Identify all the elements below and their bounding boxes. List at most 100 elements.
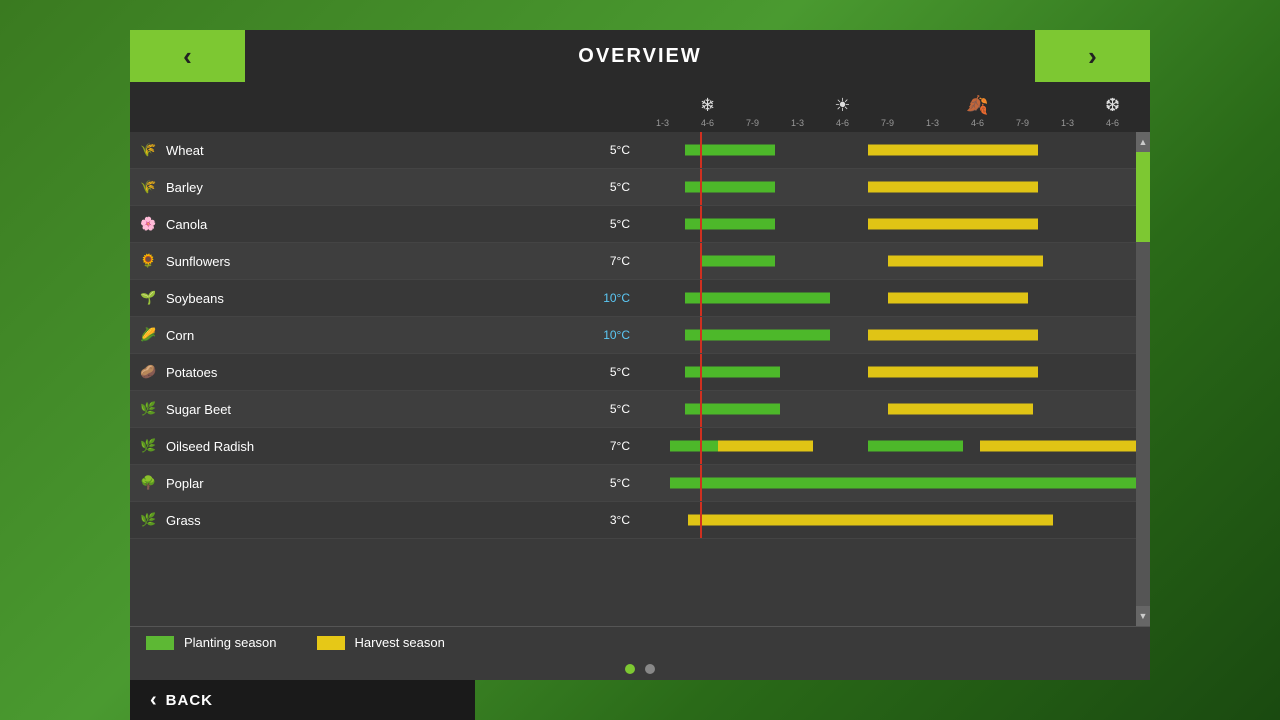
crop-icon-7: 🌿 (140, 401, 162, 417)
month-label-0-7-9: 7-9 (733, 118, 773, 128)
crop-icon-5: 🌽 (140, 327, 162, 343)
crop-row: 🌻Sunflowers7°C (130, 243, 640, 280)
month-label-1-4-6: 4-6 (823, 118, 863, 128)
bar-segment-8-2 (868, 441, 963, 452)
red-line-3 (700, 243, 702, 279)
crop-icon-3: 🌻 (140, 253, 162, 269)
crop-icon-9: 🌳 (140, 475, 162, 491)
bar-row-4 (640, 280, 1136, 317)
red-line-10 (700, 502, 702, 538)
crop-name-9: Poplar (166, 476, 610, 491)
crop-icon-4: 🌱 (140, 290, 162, 306)
crop-row: 🌱Soybeans10°C (130, 280, 640, 317)
season-icon-3: ❆ (1105, 95, 1120, 116)
crop-icon-6: 🥔 (140, 364, 162, 380)
bar-segment-4-1 (888, 293, 1028, 304)
next-button[interactable]: › (1035, 30, 1150, 82)
bar-segment-10-0 (688, 515, 1053, 526)
red-line-5 (700, 317, 702, 353)
bar-segment-8-1 (718, 441, 813, 452)
month-label-3-4-6: 4-6 (1093, 118, 1133, 128)
crop-row: 🥔Potatoes5°C (130, 354, 640, 391)
scroll-thumb (1136, 152, 1150, 242)
bar-row-10 (640, 502, 1136, 539)
bar-row-3 (640, 243, 1136, 280)
bar-segment-2-1 (868, 219, 1038, 230)
crop-temp-9: 5°C (610, 476, 630, 490)
crop-name-0: Wheat (166, 143, 610, 158)
crop-temp-8: 7°C (610, 439, 630, 453)
bar-row-2 (640, 206, 1136, 243)
crop-rows: 🌾Wheat5°C🌾Barley5°C🌸Canola5°C🌻Sunflowers… (130, 132, 640, 626)
red-line-1 (700, 169, 702, 205)
red-line-6 (700, 354, 702, 390)
crop-row: 🌾 Wheat5°C (130, 132, 640, 169)
bars-area: ▲ ▼ (640, 132, 1150, 626)
red-line-7 (700, 391, 702, 427)
bar-segment-8-3 (980, 441, 1136, 452)
bottom-bar: ‹ BACK (130, 680, 475, 720)
month-label-0-1-3: 1-3 (643, 118, 683, 128)
bar-segment-7-1 (888, 404, 1033, 415)
back-chevron-icon: ‹ (150, 689, 158, 712)
crop-row: 🌽Corn10°C (130, 317, 640, 354)
red-line-4 (700, 280, 702, 316)
bar-segment-9-0 (670, 478, 1136, 489)
header-bar: ‹ OVERVIEW › (130, 30, 1150, 82)
crop-icon-1: 🌾 (140, 179, 162, 195)
bar-row-8 (640, 428, 1136, 465)
back-button[interactable]: ‹ BACK (150, 689, 213, 712)
prev-icon: ‹ (183, 41, 192, 72)
crop-row: 🌿Grass3°C (130, 502, 640, 539)
crop-row: 🌿 Oilseed Radish7°C (130, 428, 640, 465)
season-header-autumn: 🍂1-34-67-9 (910, 95, 1045, 128)
scroll-down[interactable]: ▼ (1136, 606, 1150, 626)
bars-rows (640, 132, 1136, 626)
month-label-0-4-6: 4-6 (688, 118, 728, 128)
month-label-1-1-3: 1-3 (778, 118, 818, 128)
crop-name-1: Barley (166, 180, 610, 195)
crop-temp-1: 5°C (610, 180, 630, 194)
bar-row-1 (640, 169, 1136, 206)
bar-segment-5-1 (868, 330, 1038, 341)
page-title: OVERVIEW (578, 45, 701, 68)
bar-segment-1-0 (685, 182, 775, 193)
month-label-3-7-9: 7-9 (1138, 118, 1151, 128)
scroll-up[interactable]: ▲ (1136, 132, 1150, 152)
dot-2[interactable] (645, 664, 655, 674)
dot-1[interactable] (625, 664, 635, 674)
bar-segment-5-0 (685, 330, 830, 341)
prev-button[interactable]: ‹ (130, 30, 245, 82)
crop-row: 🌸Canola5°C (130, 206, 640, 243)
crop-temp-5: 10°C (603, 328, 630, 342)
header-spacer (130, 82, 640, 132)
crop-name-10: Grass (166, 513, 610, 528)
month-label-2-4-6: 4-6 (958, 118, 998, 128)
season-icon-0: ❄ (700, 95, 715, 116)
season-header-winter: ❆ 1-3 4-6 7-9 (1045, 95, 1150, 128)
crop-icon-8: 🌿 (140, 438, 162, 454)
month-label-2-1-3: 1-3 (913, 118, 953, 128)
crop-temp-0: 5°C (610, 143, 630, 157)
bar-row-0 (640, 132, 1136, 169)
bar-row-7 (640, 391, 1136, 428)
crop-temp-2: 5°C (610, 217, 630, 231)
red-line-2 (700, 206, 702, 242)
scrollbar[interactable]: ▲ ▼ (1136, 132, 1150, 626)
crop-name-8: Oilseed Radish (166, 439, 610, 454)
bar-segment-0-1 (868, 145, 1038, 156)
crop-icon-2: 🌸 (140, 216, 162, 232)
crop-temp-7: 5°C (610, 402, 630, 416)
crop-icon-0: 🌾 (140, 142, 162, 158)
page-dots (130, 658, 1150, 680)
main-panel: ‹ OVERVIEW › 🌾Wheat5°C🌾Barley5°C🌸Canola5… (130, 30, 1150, 680)
season-icon-1: ☀ (834, 95, 850, 116)
month-label-3-1-3: 1-3 (1048, 118, 1088, 128)
crop-temp-3: 7°C (610, 254, 630, 268)
planting-legend-box (146, 636, 174, 650)
crop-name-7: Sugar Beet (166, 402, 610, 417)
bar-segment-0-0 (685, 145, 775, 156)
month-label-1-7-9: 7-9 (868, 118, 908, 128)
bar-segment-2-0 (685, 219, 775, 230)
bar-segment-6-1 (868, 367, 1038, 378)
